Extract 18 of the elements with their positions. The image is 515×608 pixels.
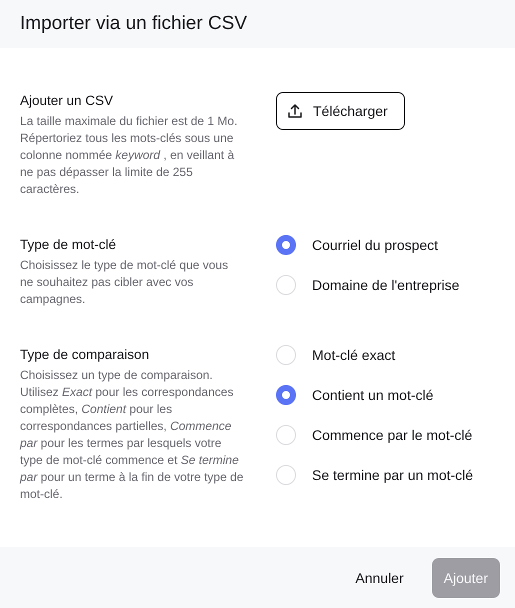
radio-option[interactable]: Contient un mot-clé	[276, 384, 474, 406]
cancel-button[interactable]: Annuler	[343, 558, 416, 598]
radio-button[interactable]	[276, 235, 296, 255]
dialog-title: Importer via un fichier CSV	[20, 13, 248, 35]
section-title: Ajouter un CSV	[20, 93, 114, 108]
radio-option[interactable]: Se termine par un mot-clé	[276, 464, 474, 486]
radio-option[interactable]: Domaine de l'entreprise	[276, 274, 460, 296]
section-description: Choisissez un type de comparaison. Utilisez Exact pour les correspondances complètes, Contient pour les correspondances partielles, Commence par pour les termes par lesquels votre type de mot-clé commence et Se termine par pour un terme à la fin de votre type de mot-clé.	[20, 367, 244, 503]
upload-icon	[287, 103, 303, 119]
radio-button[interactable]	[276, 385, 296, 405]
radio-option[interactable]: Courriel du prospect	[276, 234, 460, 256]
section-title: Type de comparaison	[20, 347, 150, 362]
section-description: La taille maximale du fichier est de 1 Mo. Répertoriez tous les mots-clés sous une colonne nommée keyword , en veillant à ne pas dépasser la limite de 255 caractères.	[20, 113, 238, 198]
radio-option[interactable]: Commence par le mot-clé	[276, 424, 474, 446]
radio-option[interactable]: Mot-clé exact	[276, 344, 474, 366]
section-description: Choisissez le type de mot-clé que vous ne souhaitez pas cibler avec vos campagnes.	[20, 257, 230, 308]
upload-button[interactable]: Télécharger	[276, 92, 405, 130]
section-title: Type de mot-clé	[20, 237, 118, 252]
